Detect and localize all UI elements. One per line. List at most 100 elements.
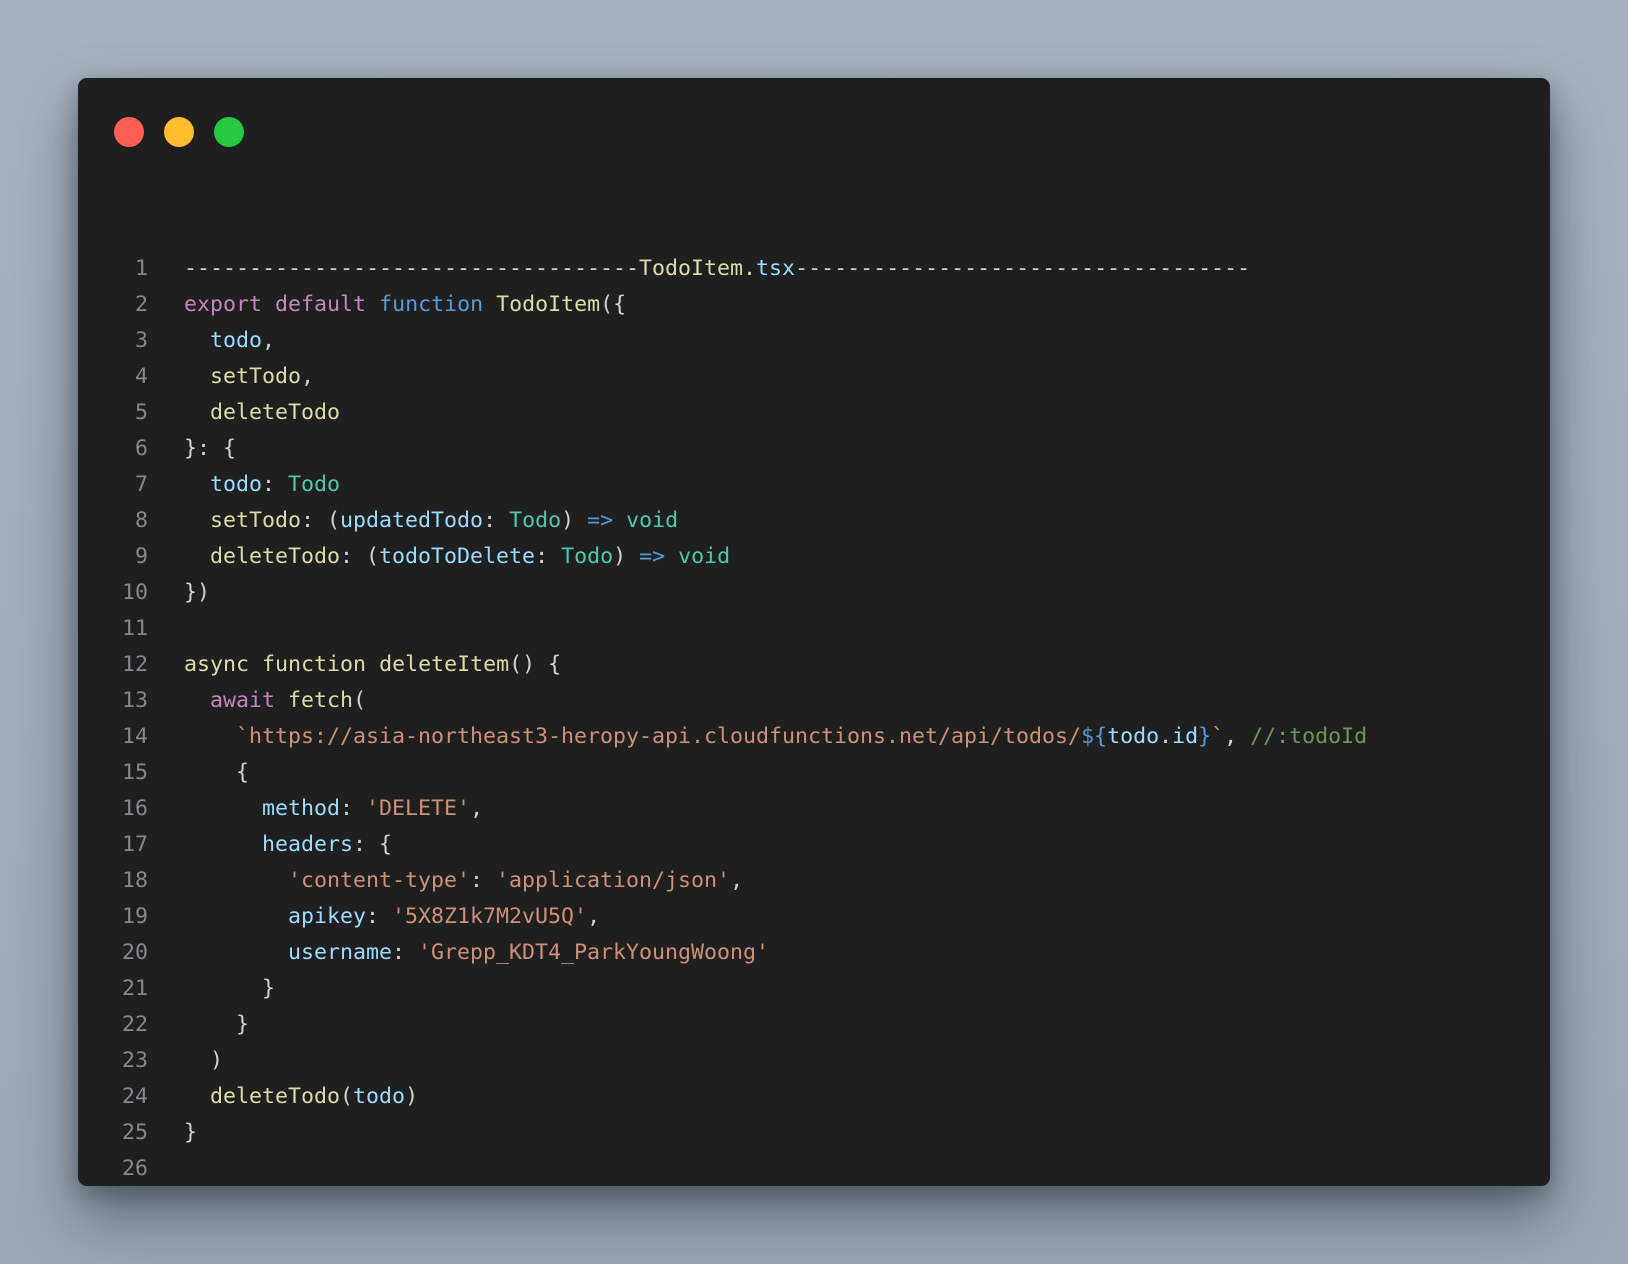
- code-token: ,: [470, 796, 484, 821]
- code-text[interactable]: todo,: [184, 323, 275, 359]
- code-line: 23 ): [78, 1043, 223, 1079]
- code-token: :: [483, 508, 510, 533]
- code-text[interactable]: setTodo: (updatedTodo: Todo) => void: [184, 503, 678, 539]
- code-token: 'Grepp_KDT4_ParkYoungWoong': [418, 940, 770, 965]
- code-text[interactable]: todo: Todo: [184, 467, 340, 503]
- code-text[interactable]: export default function TodoItem({: [184, 287, 626, 323]
- code-line: 1 -----------------------------------Todo…: [78, 251, 1250, 287]
- code-token: updatedTodo: [340, 508, 484, 533]
- code-token: -----------------------------------: [795, 256, 1251, 281]
- code-text[interactable]: {: [184, 755, 249, 791]
- code-text[interactable]: deleteTodo: [184, 395, 340, 431]
- code-token: ,: [730, 868, 744, 893]
- code-text[interactable]: -----------------------------------TodoI…: [184, 251, 1250, 287]
- code-token: :: [470, 868, 497, 893]
- code-token: deleteTodo: [210, 400, 341, 425]
- code-token: export: [184, 292, 263, 317]
- code-token: Todo: [509, 508, 562, 533]
- line-number: 5: [134, 400, 148, 425]
- code-token: }: [1198, 724, 1212, 749]
- code-line: 15 {: [78, 755, 249, 791]
- code-line: 24 deleteTodo(todo): [78, 1079, 418, 1115]
- code-token: -----------------------------------: [184, 256, 640, 281]
- code-token: '5X8Z1k7M2vU5Q': [392, 904, 588, 929]
- code-token: void: [626, 508, 679, 533]
- code-token: :: [366, 904, 393, 929]
- code-token: 'application/json': [496, 868, 731, 893]
- code-text[interactable]: method: 'DELETE',: [184, 791, 483, 827]
- code-line: 14 `https://asia-northeast3-heropy-api.c…: [78, 719, 1367, 755]
- code-token: }): [184, 580, 211, 605]
- code-token: }: [184, 1120, 198, 1145]
- line-number: 25: [121, 1120, 148, 1145]
- code-text[interactable]: }: [184, 1007, 249, 1043]
- line-number: 1: [134, 256, 148, 281]
- code-text[interactable]: headers: {: [184, 827, 392, 863]
- code-token: apikey: [288, 904, 367, 929]
- code-text[interactable]: deleteTodo: (todoToDelete: Todo) => void: [184, 539, 730, 575]
- code-token: todo: [353, 1084, 406, 1109]
- code-token: }: {: [184, 436, 237, 461]
- code-token: deleteItem: [379, 652, 510, 677]
- code-token: ({: [600, 292, 627, 317]
- code-token: ): [184, 1048, 224, 1073]
- code-text[interactable]: deleteTodo(todo): [184, 1079, 418, 1115]
- code-text[interactable]: `https://asia-northeast3-heropy-api.clou…: [184, 719, 1367, 755]
- code-line: 7 todo: Todo: [78, 467, 340, 503]
- code-line: 3 todo,: [78, 323, 275, 359]
- code-token: function: [262, 652, 367, 677]
- code-line: 2 export default function TodoItem({: [78, 287, 626, 323]
- code-text[interactable]: }): [184, 575, 210, 611]
- line-number: 21: [121, 976, 148, 1001]
- code-token: TodoItem.: [639, 256, 757, 281]
- code-token: :: [340, 796, 367, 821]
- code-text[interactable]: await fetch(: [184, 683, 366, 719]
- code-text[interactable]: setTodo,: [184, 359, 314, 395]
- close-dot-icon[interactable]: [114, 117, 144, 147]
- code-text[interactable]: }: {: [184, 431, 236, 467]
- maximize-dot-icon[interactable]: [214, 117, 244, 147]
- code-token: 'content-type': [288, 868, 471, 893]
- code-token: : (: [340, 544, 380, 569]
- code-text[interactable]: ): [184, 1043, 223, 1079]
- code-line: 21 }: [78, 971, 275, 1007]
- code-token: ,: [1224, 724, 1251, 749]
- window-controls: [114, 117, 244, 147]
- code-token: username: [288, 940, 393, 965]
- line-number: 3: [134, 328, 148, 353]
- code-token: setTodo: [210, 364, 302, 389]
- code-text[interactable]: apikey: '5X8Z1k7M2vU5Q',: [184, 899, 600, 935]
- code-text[interactable]: }: [184, 971, 275, 1007]
- code-line: 9 deleteTodo: (todoToDelete: Todo) => vo…: [78, 539, 730, 575]
- code-text[interactable]: }: [184, 1115, 197, 1151]
- code-token: ,: [262, 328, 276, 353]
- code-token: id: [1172, 724, 1199, 749]
- minimize-dot-icon[interactable]: [164, 117, 194, 147]
- line-number: 16: [121, 796, 148, 821]
- line-number: 26: [121, 1156, 148, 1181]
- code-text[interactable]: 'content-type': 'application/json',: [184, 863, 743, 899]
- code-token: setTodo: [210, 508, 302, 533]
- code-line: 4 setTodo,: [78, 359, 314, 395]
- code-text[interactable]: async function deleteItem() {: [184, 647, 561, 683]
- code-line: 19 apikey: '5X8Z1k7M2vU5Q',: [78, 899, 600, 935]
- code-token: todoToDelete: [379, 544, 536, 569]
- code-token: void: [678, 544, 731, 569]
- code-line: 22 }: [78, 1007, 249, 1043]
- code-text[interactable]: username: 'Grepp_KDT4_ParkYoungWoong': [184, 935, 769, 971]
- code-token: fetch: [288, 688, 354, 713]
- code-token: deleteTodo: [210, 544, 341, 569]
- line-number: 6: [134, 436, 148, 461]
- code-token: }: [184, 976, 276, 1001]
- code-token: todo: [210, 328, 263, 353]
- code-token: tsx: [756, 256, 796, 281]
